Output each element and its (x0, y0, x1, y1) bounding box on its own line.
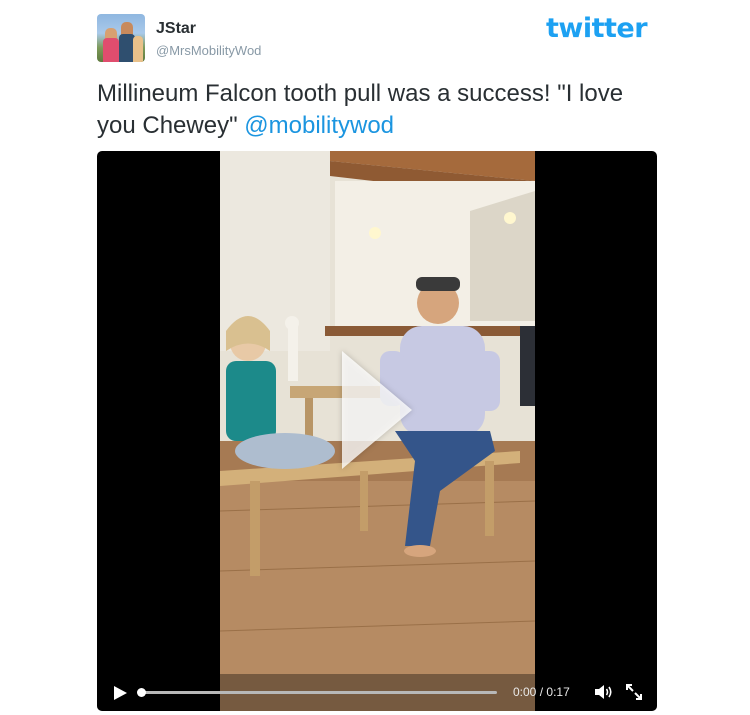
author-avatar[interactable] (97, 14, 145, 62)
volume-icon[interactable] (594, 683, 614, 701)
current-time: 0:00 (513, 685, 537, 699)
video-player[interactable]: 0:00 / 0:17 (97, 151, 657, 711)
duration: 0:17 (546, 685, 570, 699)
big-play-icon[interactable] (342, 351, 412, 469)
time-separator: / (539, 685, 544, 699)
video-controls: 0:00 / 0:17 (97, 674, 657, 711)
twitter-logo[interactable]: twitter (546, 13, 648, 44)
tweet-text: Millineum Falcon tooth pull was a succes… (97, 78, 657, 142)
progress-bar[interactable] (137, 688, 497, 697)
progress-handle[interactable] (137, 688, 146, 697)
author-name[interactable]: JStar (156, 20, 196, 38)
mention-link[interactable]: @mobilitywod (244, 112, 394, 139)
fullscreen-icon[interactable] (625, 683, 643, 701)
author-handle[interactable]: @MrsMobilityWod (156, 43, 261, 58)
play-icon[interactable] (111, 684, 129, 702)
time-display: 0:00 / 0:17 (513, 685, 570, 699)
